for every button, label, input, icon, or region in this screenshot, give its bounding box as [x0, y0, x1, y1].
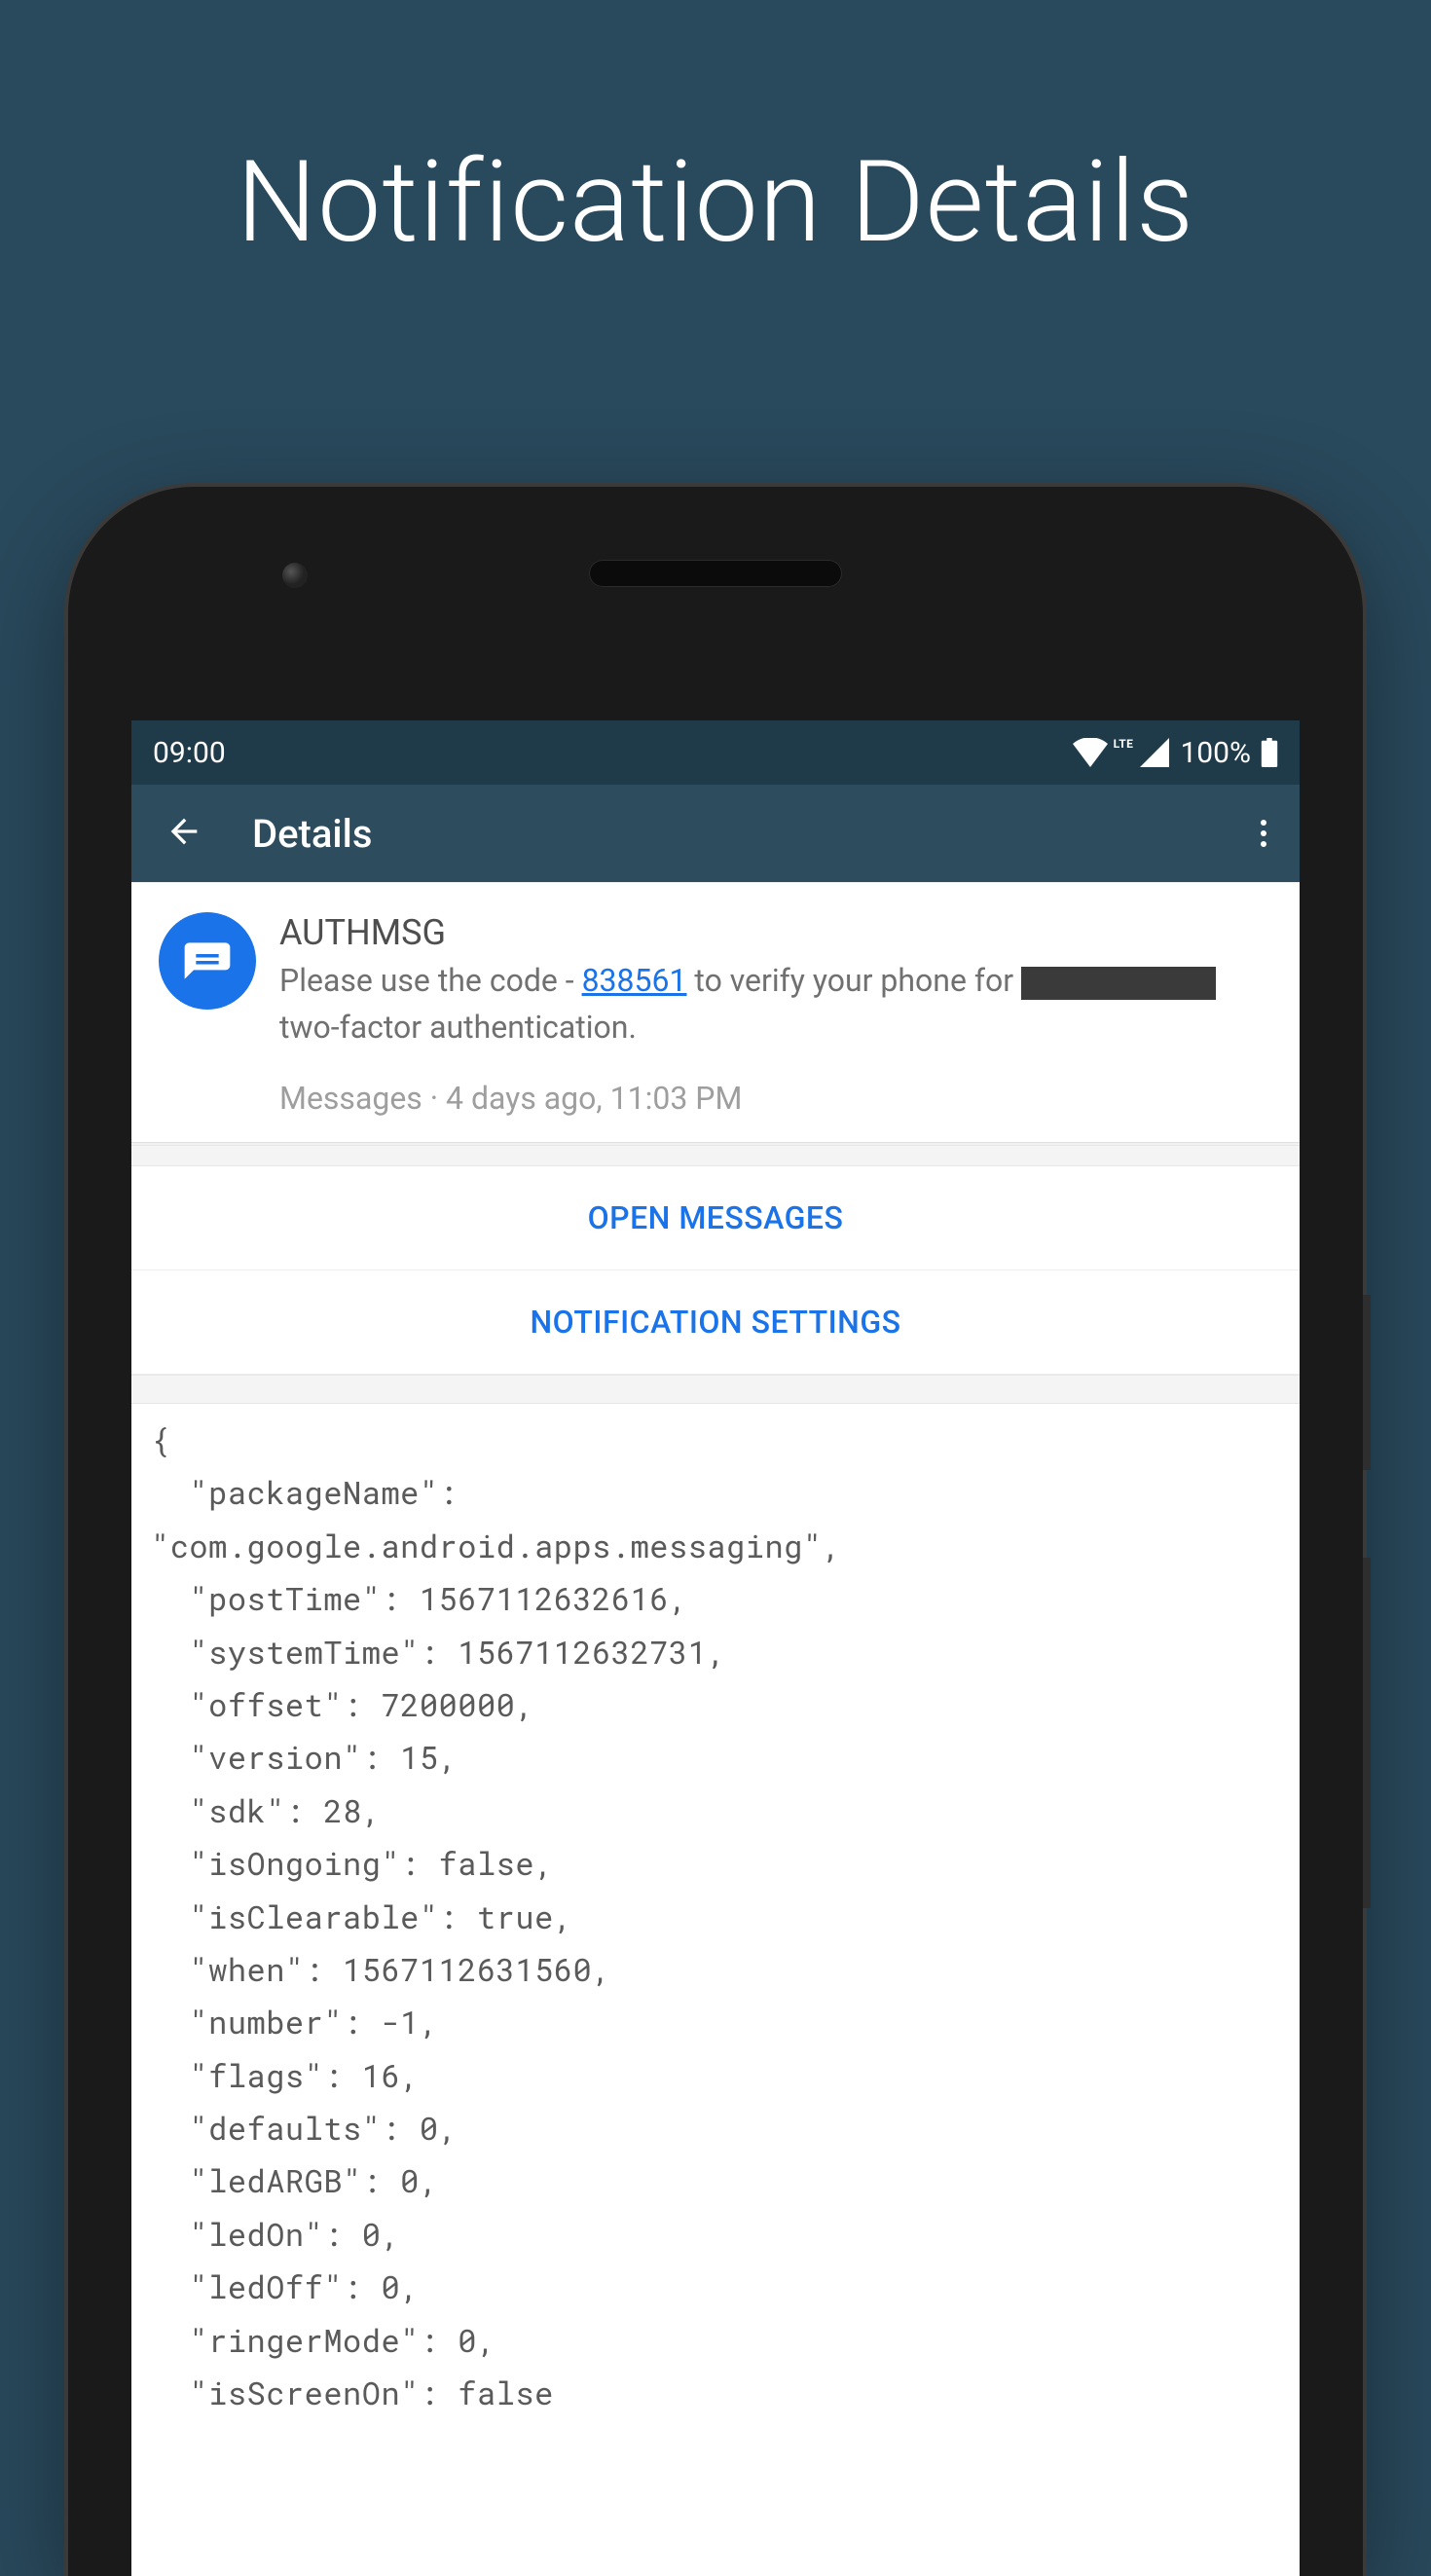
- content-scroll[interactable]: AUTHMSG Please use the code - 838561 to …: [131, 882, 1300, 2429]
- body-post: two-factor authentication.: [279, 1009, 637, 1046]
- notification-settings-button[interactable]: NOTIFICATION SETTINGS: [131, 1270, 1300, 1375]
- redacted-block: [1021, 967, 1216, 1000]
- phone-volume-button: [1363, 1295, 1371, 1470]
- divider: [131, 1145, 1300, 1166]
- notification-json-dump: { "packageName": "com.google.android.app…: [131, 1404, 1300, 2429]
- wifi-icon: [1073, 738, 1108, 767]
- body-pre: Please use the code -: [279, 962, 582, 999]
- more-vert-icon: [1261, 841, 1266, 847]
- status-clock: 09:00: [153, 736, 226, 770]
- overflow-menu-button[interactable]: [1251, 805, 1276, 862]
- relative-time: 4 days ago, 11:03 PM: [446, 1080, 742, 1117]
- app-icon: [159, 912, 256, 1010]
- notification-body: Please use the code - 838561 to verify y…: [279, 957, 1272, 1050]
- verification-code-link[interactable]: 838561: [582, 962, 687, 999]
- toolbar-title: Details: [252, 811, 1251, 857]
- phone-power-button: [1363, 1558, 1371, 1908]
- phone-frame: 09:00 LTE 100% Details: [68, 487, 1363, 2576]
- phone-speaker: [589, 560, 842, 587]
- more-vert-icon: [1261, 820, 1266, 826]
- source-app: Messages: [279, 1080, 422, 1117]
- body-mid: to verify your phone for: [686, 962, 1021, 999]
- messages-icon: [180, 934, 235, 988]
- arrow-back-icon: [165, 812, 203, 851]
- status-right: LTE 100%: [1073, 736, 1278, 770]
- divider: [131, 1375, 1300, 1404]
- lte-icon: LTE: [1114, 737, 1134, 751]
- back-button[interactable]: [155, 802, 213, 865]
- hero-title: Notification Details: [0, 0, 1431, 269]
- notification-meta: Messages · 4 days ago, 11:03 PM: [279, 1080, 1272, 1117]
- more-vert-icon: [1261, 830, 1266, 836]
- status-bar: 09:00 LTE 100%: [131, 720, 1300, 785]
- battery-percent: 100%: [1180, 736, 1251, 770]
- meta-sep: ·: [422, 1080, 446, 1117]
- screen: 09:00 LTE 100% Details: [131, 720, 1300, 2576]
- cell-signal-icon: [1139, 738, 1170, 767]
- notification-title: AUTHMSG: [279, 912, 1272, 953]
- battery-icon: [1261, 738, 1278, 767]
- notification-header-card: AUTHMSG Please use the code - 838561 to …: [131, 882, 1300, 1143]
- open-app-button[interactable]: OPEN MESSAGES: [131, 1166, 1300, 1270]
- app-toolbar: Details: [131, 785, 1300, 882]
- phone-camera: [282, 563, 308, 588]
